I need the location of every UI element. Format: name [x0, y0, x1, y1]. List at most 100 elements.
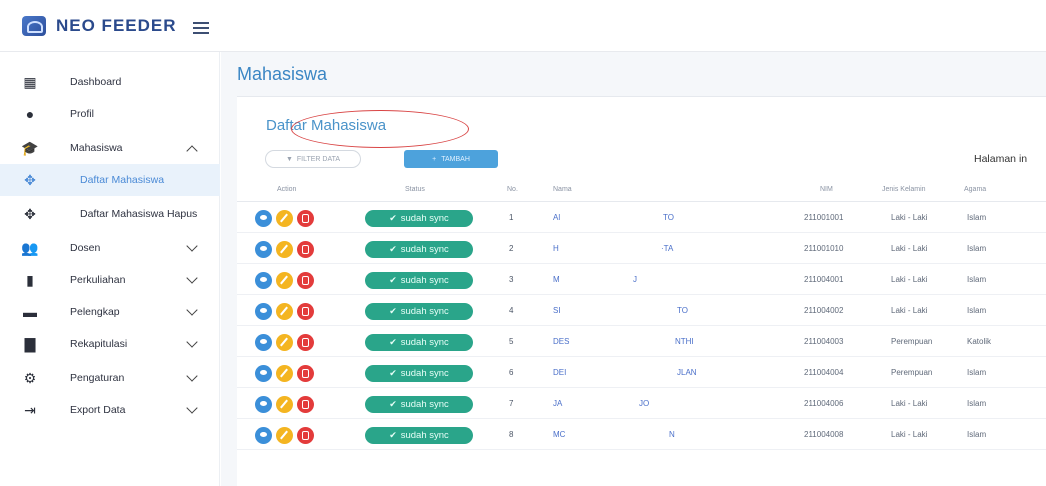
delete-icon[interactable]: [297, 210, 314, 227]
status-badge: ✔ sudah sync: [365, 365, 473, 382]
table-row: ✔ sudah sync 7 JA JO 211004006 Laki - Laki Isla…: [237, 389, 1046, 419]
cell-nama-part[interactable]: N: [669, 430, 675, 439]
cell-nama-part[interactable]: TO: [663, 213, 674, 222]
filter-data-button[interactable]: ▼ FILTER DATA: [265, 150, 361, 168]
sidebar-item-export-data[interactable]: ⇥ Export Data: [0, 394, 220, 426]
add-button[interactable]: + TAMBAH: [404, 150, 498, 168]
view-icon[interactable]: [255, 303, 272, 320]
cogs-icon: ⚙: [23, 369, 37, 386]
view-icon[interactable]: [255, 241, 272, 258]
sidebar-item-pengaturan[interactable]: ⚙ Pengaturan: [0, 362, 220, 394]
status-badge: ✔ sudah sync: [365, 303, 473, 320]
cell-nama[interactable]: MC: [553, 430, 565, 439]
view-icon[interactable]: [255, 272, 272, 289]
chevron-down-icon: [186, 336, 198, 348]
sidebar-item-rekapitulasi[interactable]: ▇ Rekapitulasi: [0, 328, 220, 360]
edit-icon[interactable]: [276, 210, 293, 227]
cell-agama: Islam: [967, 244, 987, 253]
table-header: Action Status No. Nama NIM Jenis Kelamin…: [237, 180, 1046, 202]
header-nama: Nama: [553, 186, 572, 193]
cell-no: 7: [509, 399, 514, 408]
header-jenis-kelamin: Jenis Kelamin: [882, 186, 926, 193]
delete-icon[interactable]: [297, 365, 314, 382]
list-card: Daftar Mahasiswa ▼ FILTER DATA + TAMBAH …: [237, 96, 1046, 486]
app-title: NEO FEEDER: [56, 16, 177, 35]
cell-no: 1: [509, 213, 514, 222]
cell-nama-part[interactable]: ·TA: [661, 244, 673, 253]
edit-icon[interactable]: [276, 365, 293, 382]
sidebar-item-dashboard[interactable]: ▦ Dashboard: [0, 66, 220, 98]
chevron-down-icon: [186, 370, 198, 382]
graduation-cap-icon: 🎓: [21, 139, 39, 156]
plus-icon: +: [432, 155, 437, 163]
edit-icon[interactable]: [276, 241, 293, 258]
cell-nama[interactable]: H: [553, 244, 559, 253]
header-agama: Agama: [964, 186, 987, 193]
cell-nim: 211004002: [804, 306, 844, 315]
cell-no: 5: [509, 337, 514, 346]
view-icon[interactable]: [255, 396, 272, 413]
sidebar-item-profil[interactable]: ● Profil: [0, 98, 220, 130]
cell-jenis-kelamin: Laki - Laki: [891, 213, 928, 222]
cell-jenis-kelamin: Laki - Laki: [891, 244, 928, 253]
sidebar-item-label: Pengaturan: [70, 371, 125, 384]
delete-icon[interactable]: [297, 396, 314, 413]
book-icon: ▮: [26, 271, 34, 288]
delete-icon[interactable]: [297, 427, 314, 444]
delete-icon[interactable]: [297, 334, 314, 351]
cell-nama-part[interactable]: NTHI: [675, 337, 694, 346]
cell-no: 2: [509, 244, 514, 253]
delete-icon[interactable]: [297, 303, 314, 320]
neo-feeder-logo-icon: [22, 16, 46, 36]
status-badge: ✔ sudah sync: [365, 210, 473, 227]
menu-toggle-icon[interactable]: [193, 22, 209, 34]
sidebar-item-dosen[interactable]: 👥 Dosen: [0, 232, 220, 264]
delete-icon[interactable]: [297, 241, 314, 258]
cell-jenis-kelamin: Laki - Laki: [891, 399, 928, 408]
cell-nama-part[interactable]: JLAN: [677, 368, 697, 377]
cell-nama[interactable]: DEI: [553, 368, 566, 377]
arrows-icon: ✥: [24, 205, 36, 222]
view-icon[interactable]: [255, 334, 272, 351]
cell-nama[interactable]: JA: [553, 399, 562, 408]
edit-icon[interactable]: [276, 303, 293, 320]
sidebar-item-label: Daftar Mahasiswa: [80, 173, 165, 186]
status-label: sudah sync: [400, 244, 449, 255]
status-badge: ✔ sudah sync: [365, 241, 473, 258]
delete-icon[interactable]: [297, 272, 314, 289]
check-icon: ✔: [389, 213, 397, 223]
edit-icon[interactable]: [276, 427, 293, 444]
cell-agama: Islam: [967, 368, 987, 377]
cell-nama[interactable]: SI: [553, 306, 561, 315]
cell-nim: 211001001: [804, 213, 844, 222]
sidebar-item-mahasiswa[interactable]: 🎓 Mahasiswa: [0, 132, 220, 164]
edit-icon[interactable]: [276, 334, 293, 351]
status-label: sudah sync: [400, 430, 449, 441]
edit-icon[interactable]: [276, 272, 293, 289]
table-row: ✔ sudah sync 5 DES NTHI 211004003 Perempuan Kat…: [237, 327, 1046, 357]
edit-icon[interactable]: [276, 396, 293, 413]
status-badge: ✔ sudah sync: [365, 334, 473, 351]
view-icon[interactable]: [255, 427, 272, 444]
view-icon[interactable]: [255, 210, 272, 227]
cell-nama[interactable]: DES: [553, 337, 569, 346]
header-status: Status: [405, 186, 425, 193]
users-icon: 👥: [21, 239, 39, 256]
sidebar-item-perkuliahan[interactable]: ▮ Perkuliahan: [0, 264, 220, 296]
cell-nama-part[interactable]: TO: [677, 306, 688, 315]
cell-agama: Islam: [967, 275, 987, 284]
cell-nama-part[interactable]: JO: [639, 399, 649, 408]
status-badge: ✔ sudah sync: [365, 427, 473, 444]
cell-nama[interactable]: M: [553, 275, 560, 284]
header-action: Action: [277, 186, 297, 193]
cell-nama[interactable]: Al: [553, 213, 560, 222]
check-icon: ✔: [389, 430, 397, 440]
view-icon[interactable]: [255, 365, 272, 382]
cell-nama-part[interactable]: J: [633, 275, 637, 284]
sidebar-item-daftar-mahasiswa[interactable]: ✥ Daftar Mahasiswa: [0, 164, 220, 196]
sidebar-item-pelengkap[interactable]: ▬ Pelengkap: [0, 296, 220, 328]
brand[interactable]: NEO FEEDER: [22, 16, 177, 36]
arrows-icon: ✥: [24, 171, 36, 188]
status-badge: ✔ sudah sync: [365, 272, 473, 289]
sidebar-item-daftar-mahasiswa-hapus[interactable]: ✥ Daftar Mahasiswa Hapus: [0, 198, 220, 230]
